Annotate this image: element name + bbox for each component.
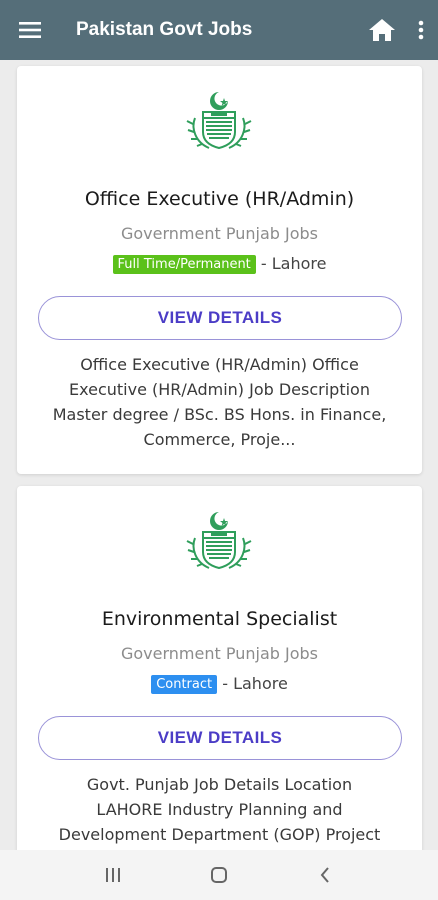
menu-icon[interactable] [0,0,60,60]
job-description-line: Development Department (GOP) Project [58,825,381,844]
job-meta: Contract - Lahore [17,674,422,694]
more-vert-icon[interactable] [404,0,438,60]
recent-apps-icon[interactable] [83,850,143,900]
job-description: Govt. Punjab Job Details Location LAHORE… [31,772,408,847]
punjab-logo-icon [183,508,255,576]
job-description: Office Executive (HR/Admin) Office Execu… [31,352,408,452]
job-description-line: Commerce, Proje... [143,430,296,449]
job-card[interactable]: Environmental Specialist Government Punj… [17,486,422,850]
view-details-button[interactable]: VIEW DETAILS [38,296,402,340]
job-location: - Lahore [260,254,327,273]
system-nav-bar [0,850,438,900]
job-list[interactable]: Office Executive (HR/Admin) Government P… [0,60,438,850]
punjab-logo-icon [183,88,255,156]
app-bar: Pakistan Govt Jobs [0,0,438,60]
job-meta: Full Time/Permanent - Lahore [17,254,422,274]
job-org: Government Punjab Jobs [120,224,318,243]
job-card[interactable]: Office Executive (HR/Admin) Government P… [17,66,422,474]
job-type-badge: Contract [151,675,218,694]
job-description-line: Office Executive (HR/Admin) Office [80,355,359,374]
job-description-line: Govt. Punjab Job Details Location [86,775,353,794]
job-org: Government Punjab Jobs [120,644,318,663]
job-title: Environmental Specialist [101,608,338,630]
app-title: Pakistan Govt Jobs [76,19,253,40]
back-icon[interactable] [295,850,355,900]
home-icon[interactable] [360,0,404,60]
job-location: - Lahore [222,674,288,693]
job-description-line: Executive (HR/Admin) Job Description [69,380,370,399]
home-nav-icon[interactable] [189,850,249,900]
job-type-badge: Full Time/Permanent [112,255,256,274]
view-details-button[interactable]: VIEW DETAILS [38,716,402,760]
job-description-line: LAHORE Industry Planning and [96,800,343,819]
job-description-line: Master degree / BSc. BS Hons. in Finance… [52,405,387,424]
job-title: Office Executive (HR/Admin) [84,188,355,210]
